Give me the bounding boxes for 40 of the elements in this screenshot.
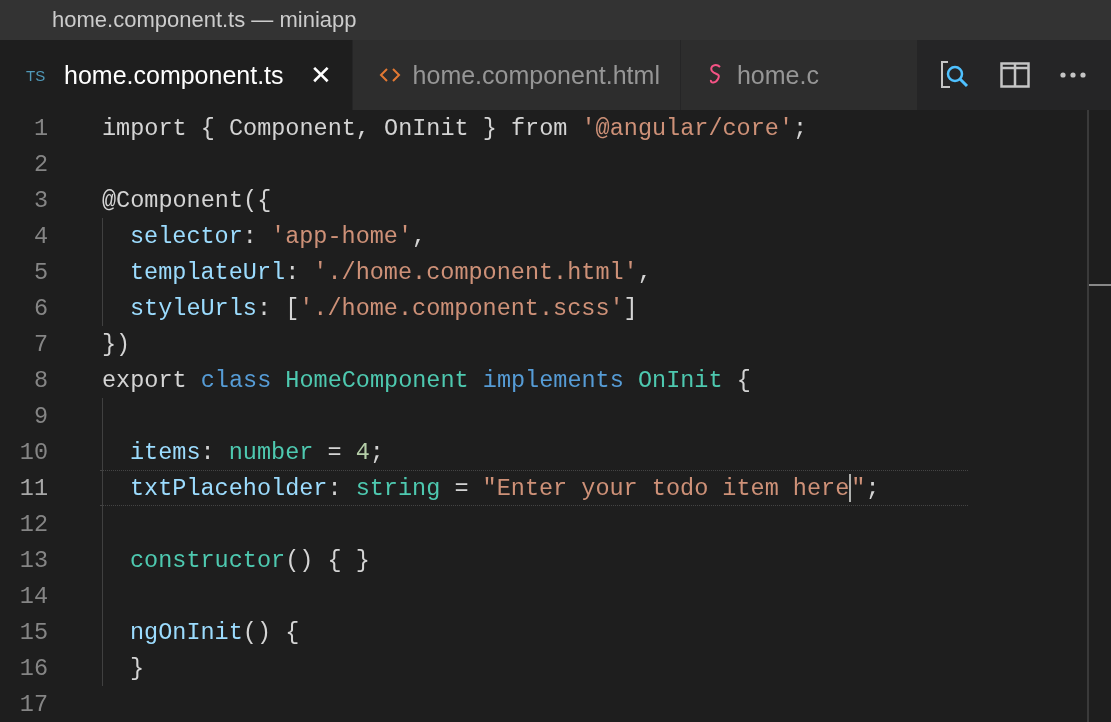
line-number: 16 xyxy=(18,654,48,682)
line-number: 15 xyxy=(18,618,48,646)
code-line: import { Component, OnInit } from '@angular/core'; xyxy=(102,114,808,142)
line-number: 4 xyxy=(32,222,48,250)
close-button[interactable]: ✕ xyxy=(309,59,332,91)
line-number: 7 xyxy=(32,330,48,358)
code-line: export class HomeComponent implements OnInit { xyxy=(102,366,751,394)
typescript-icon: TS xyxy=(26,67,52,83)
line-number: 1 xyxy=(32,114,48,142)
search-icon[interactable] xyxy=(938,59,970,91)
editor-tab[interactable]: home.c xyxy=(680,40,918,110)
code-brackets-icon xyxy=(378,67,401,83)
line-number: 17 xyxy=(18,690,48,718)
code-line: }) xyxy=(102,330,131,358)
text-cursor xyxy=(849,474,852,502)
line-number: 2 xyxy=(32,150,48,178)
code-line: } xyxy=(130,654,145,682)
editor-tab[interactable]: home.component.html xyxy=(352,40,681,110)
code-line: styleUrls: ['./home.component.scss'] xyxy=(130,294,638,322)
line-number: 5 xyxy=(32,258,48,286)
code-line: items: number = 4; xyxy=(130,438,384,466)
code-line: txtPlaceholder: string = "Enter your todo item here"; xyxy=(130,474,880,502)
line-number: 3 xyxy=(32,186,48,214)
code-line: constructor() { } xyxy=(130,546,370,574)
code-line: selector: 'app-home', xyxy=(130,222,427,250)
line-number: 14 xyxy=(18,582,48,610)
window-title: home.component.ts — miniapp xyxy=(52,7,357,33)
line-number: 8 xyxy=(32,366,48,394)
split-editor-icon[interactable] xyxy=(1000,62,1030,88)
line-number: 6 xyxy=(32,294,48,322)
line-number: 12 xyxy=(18,510,48,538)
line-number: 10 xyxy=(18,438,48,466)
line-number: 9 xyxy=(32,402,48,430)
editor-tab[interactable]: TS home.component.ts ✕ xyxy=(0,40,353,110)
code-line: ngOnInit() { xyxy=(130,618,300,646)
line-number: 13 xyxy=(18,546,48,574)
code-line: @Component({ xyxy=(102,186,272,214)
more-icon[interactable] xyxy=(1060,72,1086,78)
line-number: 11 xyxy=(18,474,48,502)
code-line: templateUrl: './home.component.html', xyxy=(130,258,652,286)
